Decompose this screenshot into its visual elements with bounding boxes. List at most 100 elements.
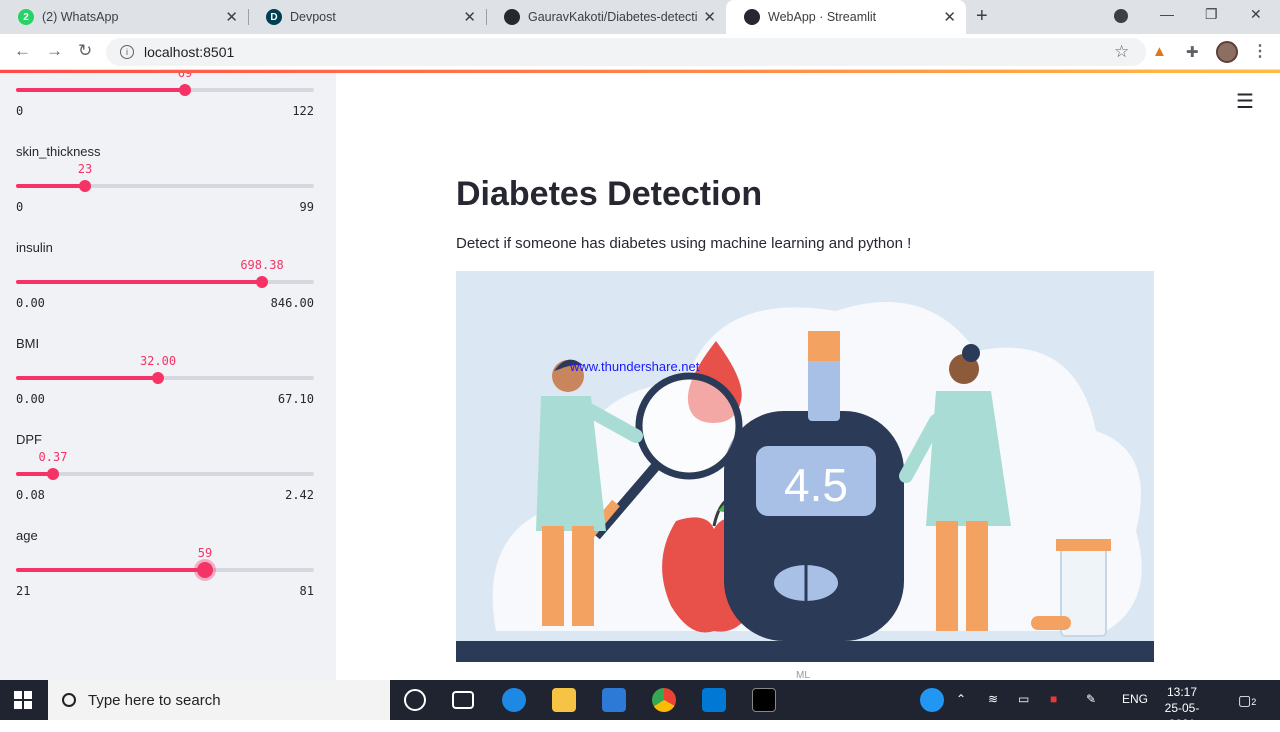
tab-title: WebApp · Streamlit [768, 10, 877, 24]
tab-devpost[interactable]: D Devpost ✕ [248, 0, 486, 34]
slider-min: 0 [16, 104, 24, 118]
slider-min: 0 [16, 200, 24, 214]
task-view-icon[interactable] [452, 691, 474, 709]
slider-track[interactable] [16, 468, 314, 480]
slider-insulin[interactable]: insulin 698.38 0.00 846.00 [16, 240, 314, 320]
slider-track[interactable] [16, 276, 314, 288]
meter-reading: 4.5 [784, 459, 848, 511]
slider-track[interactable] [16, 180, 314, 192]
browser-toolbar: ← → ↻ i localhost:8501 ☆ ▲ ✚ ⋮ [0, 34, 1280, 70]
windows-start-icon[interactable] [14, 691, 32, 709]
minimize-button[interactable]: — [1160, 6, 1174, 22]
page-title: Diabetes Detection [456, 175, 763, 213]
pen-icon[interactable]: ✎ [1086, 692, 1096, 706]
slider-dpf[interactable]: DPF 0.37 0.08 2.42 [16, 432, 314, 512]
slider-fill [16, 568, 205, 572]
slider-max: 67.10 [277, 392, 314, 406]
sidebar: 69 0 122 skin_thickness 23 0 99 insulin … [0, 73, 336, 680]
close-window-button[interactable]: ✕ [1250, 6, 1262, 23]
tab-github[interactable]: GauravKakoti/Diabetes-detection ✕ [486, 0, 726, 34]
slider-thumb[interactable] [47, 468, 59, 480]
hamburger-menu-icon[interactable]: ☰ [1236, 89, 1254, 114]
slider-max: 99 [299, 200, 314, 214]
streamlit-crown-icon [744, 9, 760, 25]
back-arrow-icon[interactable]: ← [14, 41, 31, 61]
tab-whatsapp[interactable]: 2 (2) WhatsApp ✕ [0, 0, 248, 34]
taskbar: Type here to search ⌃ ≋ ▭ ■ ✎ ENG 13:17 … [0, 680, 1280, 731]
terminal-icon[interactable] [752, 688, 776, 712]
taskbar-search[interactable]: Type here to search [48, 680, 390, 720]
search-placeholder: Type here to search [88, 691, 221, 709]
profile-avatar[interactable] [1216, 41, 1238, 63]
slider-thumb[interactable] [197, 562, 213, 578]
slider-track[interactable] [16, 84, 314, 96]
clock[interactable]: 13:17 25-05-2021 [1152, 684, 1212, 732]
slider-min: 21 [16, 584, 31, 598]
close-tab-icon[interactable]: ✕ [225, 8, 238, 26]
vscode-icon[interactable] [702, 688, 726, 712]
slider-track[interactable] [16, 372, 314, 384]
new-tab-button[interactable]: + [976, 5, 988, 28]
slider-label: skin_thickness [16, 144, 101, 159]
slider-max: 2.42 [285, 488, 314, 502]
slider-max: 846.00 [270, 296, 314, 310]
browser-tab-strip: 2 (2) WhatsApp ✕ D Devpost ✕ GauravKakot… [0, 0, 1280, 34]
slider-thumb[interactable] [256, 276, 268, 288]
slider-label: insulin [16, 240, 53, 255]
slider-max: 81 [299, 584, 314, 598]
slider-label: age [16, 528, 38, 543]
chrome-icon[interactable] [652, 688, 676, 712]
forward-arrow-icon[interactable]: → [46, 41, 63, 61]
battery-icon[interactable]: ▭ [1018, 692, 1029, 706]
tab-streamlit[interactable]: WebApp · Streamlit ✕ [726, 0, 966, 34]
close-tab-icon[interactable]: ✕ [943, 8, 956, 26]
browser-menu-icon[interactable]: ⋮ [1252, 41, 1268, 61]
main-content: ☰ Diabetes Detection Detect if someone h… [336, 73, 1280, 680]
reload-icon[interactable]: ↻ [78, 41, 92, 61]
slider-label: BMI [16, 336, 40, 351]
whatsapp-icon: 2 [18, 9, 34, 25]
slider-value: 23 [77, 162, 93, 176]
diabetes-illustration: 4.5 [456, 302, 1154, 662]
help-icon[interactable] [920, 688, 944, 712]
slider-value: 59 [197, 546, 213, 560]
tab-title: (2) WhatsApp [42, 10, 119, 24]
app-tray-icon[interactable]: ■ [1050, 692, 1057, 706]
devpost-icon: D [266, 9, 282, 25]
address-bar[interactable]: i localhost:8501 [106, 38, 1146, 66]
mail-icon[interactable] [602, 688, 626, 712]
cortana-icon[interactable] [404, 689, 426, 711]
notification-count: 2 [1251, 697, 1257, 707]
tab-search-icon[interactable] [1114, 9, 1128, 23]
restore-button[interactable]: ❐ [1205, 6, 1218, 23]
bookmark-star-icon[interactable]: ☆ [1114, 42, 1129, 62]
slider-label: DPF [16, 432, 42, 447]
slider-track[interactable] [16, 562, 314, 578]
edge-icon[interactable] [502, 688, 526, 712]
show-hidden-icons-chevron-icon[interactable]: ⌃ [956, 692, 966, 706]
slider-thumb[interactable] [179, 84, 191, 96]
close-tab-icon[interactable]: ✕ [463, 8, 476, 26]
clock-date: 25-05-2021 [1164, 701, 1200, 731]
wifi-icon[interactable]: ≋ [988, 692, 998, 706]
hero-illustration: 4.5 www.thundershare.net [456, 271, 1154, 662]
slider-min: 0.00 [16, 392, 45, 406]
watermark-text: www.thundershare.net [570, 359, 700, 374]
clock-time: 13:17 [1166, 685, 1198, 699]
notification-icon[interactable]: ▢2 [1238, 692, 1256, 709]
slider-age[interactable]: age 59 21 81 [16, 528, 314, 608]
slider-thumb[interactable] [152, 372, 164, 384]
slider-min: 0.00 [16, 296, 45, 310]
slider-min: 0.08 [16, 488, 45, 502]
file-explorer-icon[interactable] [552, 688, 576, 712]
close-tab-icon[interactable]: ✕ [703, 8, 716, 26]
site-info-icon[interactable]: i [120, 45, 134, 59]
slider-fill [16, 88, 185, 92]
language-indicator[interactable]: ENG [1122, 692, 1148, 706]
slider-thumb[interactable] [79, 180, 91, 192]
slider-max: 122 [292, 104, 314, 118]
extensions-puzzle-icon[interactable]: ✚ [1186, 43, 1199, 61]
slider-skin-thickness[interactable]: skin_thickness 23 0 99 [16, 144, 314, 224]
slider-bmi[interactable]: BMI 32.00 0.00 67.10 [16, 336, 314, 416]
metamask-extension-icon[interactable]: ▲ [1152, 43, 1167, 60]
